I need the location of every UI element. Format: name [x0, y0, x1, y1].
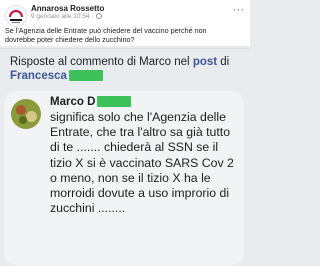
- avatar-shape-3: [19, 116, 27, 124]
- comment-bubble: Marco D significa solo che l'Agenzia del…: [4, 91, 244, 265]
- post-author-name[interactable]: Annarosa Rossetto: [31, 4, 104, 13]
- comment-text: significa solo che l'Agenzia delle Entra…: [50, 110, 234, 216]
- avatar-shape-1: [16, 105, 26, 115]
- logo-arc: [9, 10, 23, 17]
- redaction-bar: [97, 96, 132, 107]
- post-text: Se l'Agenzia delle Entrate può chiedere …: [5, 26, 207, 44]
- reply-heading-prefix: Risposte al commento di Marco nel: [10, 56, 193, 68]
- reply-heading: Risposte al commento di Marco nel post d…: [10, 55, 248, 83]
- ellipsis-icon[interactable]: ···: [233, 4, 244, 16]
- divider: [0, 48, 250, 49]
- redaction-bar: [68, 70, 103, 81]
- commenter-last-initial: D: [87, 96, 96, 108]
- post-link[interactable]: post: [193, 56, 217, 68]
- author-link[interactable]: Francesca: [10, 70, 67, 82]
- avatar-shape-2: [26, 111, 37, 122]
- commenter-avatar[interactable]: [11, 99, 41, 129]
- author-avatar[interactable]: [5, 5, 27, 27]
- reply-heading-middle: di: [217, 56, 230, 68]
- meta-separator: ·: [91, 13, 94, 20]
- logo-bar: [10, 19, 22, 21]
- post-meta: 9 gennaio alle 10:54 ·: [31, 13, 103, 20]
- post-header: Annarosa Rossetto 9 gennaio alle 10:54 ·…: [0, 0, 250, 46]
- commenter-name[interactable]: Marco D: [50, 96, 132, 108]
- globe-icon: [96, 13, 103, 19]
- commenter-first-name: Marco: [50, 96, 84, 108]
- logo-subbar: [12, 22, 20, 23]
- post-timestamp[interactable]: 9 gennaio alle 10:54: [31, 13, 90, 20]
